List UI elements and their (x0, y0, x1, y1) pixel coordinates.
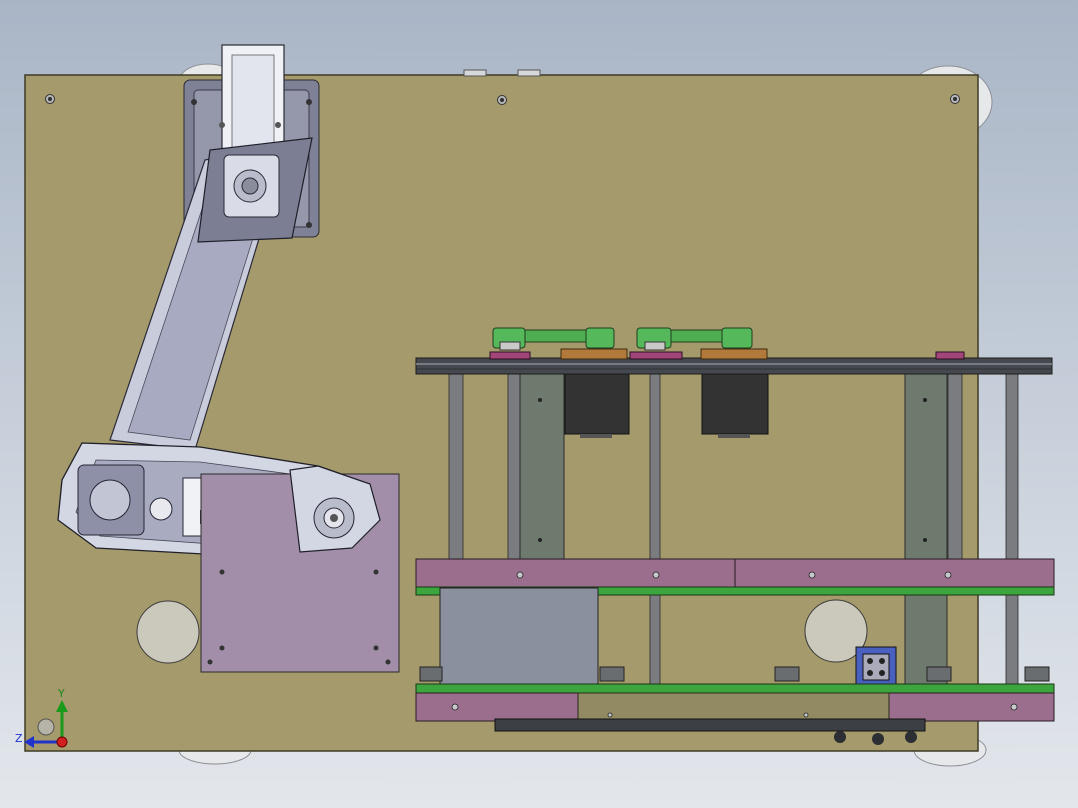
origin-dot-icon (56, 736, 68, 748)
y-axis-label: Y (58, 687, 65, 700)
view-rotate-icon (37, 718, 55, 736)
top-rail (415, 357, 1053, 375)
stepper-motor-1 (564, 369, 630, 435)
assembly-top-view (24, 44, 1055, 767)
cad-viewport[interactable]: Y Z (0, 0, 1078, 808)
control-box (439, 587, 599, 691)
stepper-motor-2 (701, 369, 769, 435)
round-disc-left (136, 600, 200, 664)
z-axis-label: Z (15, 732, 23, 745)
